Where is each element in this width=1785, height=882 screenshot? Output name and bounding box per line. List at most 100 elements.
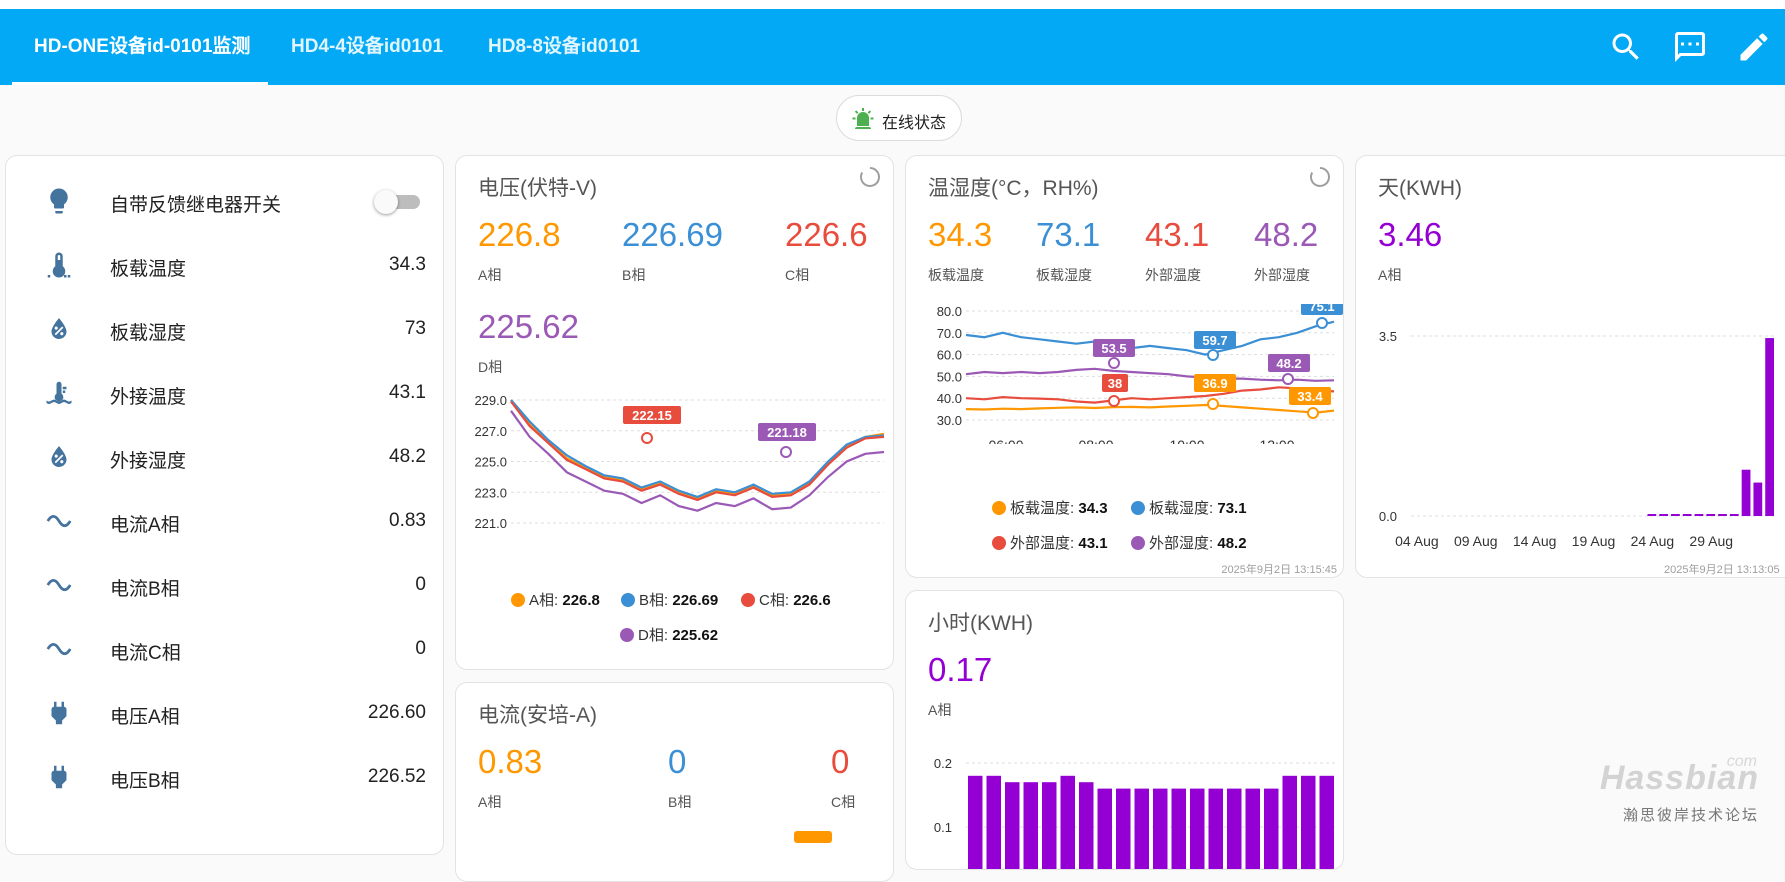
edit-icon[interactable] — [1736, 29, 1772, 65]
entity-row[interactable]: 电流A相0.83 — [6, 489, 444, 553]
hour-bar-chart[interactable]: 0.10.2 — [906, 741, 1344, 870]
entity-row[interactable]: 电流C相0 — [6, 617, 444, 681]
relay-switch-toggle[interactable] — [374, 192, 420, 212]
bar — [1005, 782, 1020, 870]
annotation-label: 48.2 — [1276, 356, 1301, 371]
power-plug-icon — [44, 698, 74, 728]
temp-humidity-line-chart[interactable]: 30.040.050.060.070.080.006:0008:0010:001… — [906, 304, 1344, 444]
temp-humidity-card[interactable]: 温湿度(°C，RH%) 34.3 板载温度 73.1 板载湿度 43.1 外部温… — [905, 155, 1344, 578]
legend-dot — [1131, 536, 1145, 550]
day-bar-chart[interactable]: 0.03.504 Aug09 Aug14 Aug19 Aug24 Aug29 A… — [1356, 306, 1785, 556]
entity-row[interactable]: 板载湿度73 — [6, 297, 444, 361]
entity-row[interactable]: 电流B相0 — [6, 553, 444, 617]
annotation-label: 36.9 — [1202, 376, 1227, 391]
water-percent-icon — [44, 314, 74, 344]
series-line-2 — [511, 400, 884, 497]
bar — [1190, 789, 1205, 870]
x-tick-label: 10:00 — [1169, 437, 1204, 444]
entity-name: 电压A相 — [110, 702, 180, 729]
voltage-line-chart[interactable]: 221.0223.0225.0227.0229.006:0008:0010:00… — [456, 396, 894, 536]
current-card-title: 电流(安培-A) — [478, 699, 597, 729]
x-tick-label: 19 Aug — [1572, 533, 1616, 549]
marker-point — [1317, 318, 1327, 328]
relay-switch-row[interactable]: 自带反馈继电器开关 — [6, 169, 444, 233]
y-tick-label: 30.0 — [937, 413, 962, 428]
voltage-a-label: A相 — [478, 265, 501, 285]
toggle-thumb — [374, 190, 398, 214]
top-strip — [0, 0, 1785, 9]
legend-dot — [992, 536, 1006, 550]
entity-row[interactable]: 外接温度43.1 — [6, 361, 444, 425]
hour-energy-card[interactable]: 小时(KWH) 0.17 A相 0.10.2 — [905, 590, 1344, 870]
day-energy-card[interactable]: 天(KWH) 3.46 A相 0.03.504 Aug09 Aug14 Aug1… — [1355, 155, 1785, 578]
entity-row[interactable]: 电压B相 226.52 — [6, 745, 444, 809]
voltage-b-label: B相 — [622, 265, 645, 285]
legend-value: 48.2 — [1217, 535, 1246, 552]
online-status-label: 在线状态 — [882, 109, 946, 133]
legend-board-temp[interactable]: 板载温度: 34.3 — [992, 497, 1108, 518]
tab-hd8-8[interactable]: HD8-8设备id0101 — [464, 9, 664, 85]
board-humidity-label: 板载湿度 — [1036, 265, 1092, 285]
ext-humidity-value: 48.2 — [1254, 216, 1318, 254]
entity-row[interactable]: 板载温度34.3 — [6, 233, 444, 297]
board-temp-value: 34.3 — [928, 216, 992, 254]
legend-name: A相 — [529, 592, 554, 609]
entity-name: 电流B相 — [110, 574, 180, 601]
alarm-light-icon — [851, 107, 875, 131]
chat-icon[interactable] — [1672, 29, 1708, 65]
legend-ext-temp[interactable]: 外部温度: 43.1 — [992, 532, 1108, 553]
chart-timestamp: 2025年9月2日 13:13:05 — [1664, 561, 1780, 577]
entity-name: 电压B相 — [110, 766, 180, 793]
voltage-card[interactable]: 电压(伏特-V) 226.8 A相 226.69 B相 226.6 C相 225… — [455, 155, 894, 670]
ext-humidity-label: 外部湿度 — [1254, 265, 1310, 285]
bar — [1061, 776, 1076, 870]
entity-name: 电流C相 — [110, 638, 181, 665]
bar — [1753, 483, 1762, 516]
current-b-label: B相 — [668, 792, 691, 812]
bar — [1042, 782, 1057, 870]
bar — [1246, 789, 1261, 870]
entity-name: 板载温度 — [110, 254, 186, 281]
y-tick-label: 3.5 — [1379, 329, 1397, 344]
tab-hd-one[interactable]: HD-ONE设备id-0101监测 — [10, 9, 274, 85]
entity-value: 73 — [405, 318, 426, 340]
legend-voltage-c[interactable]: C相: 226.6 — [741, 589, 831, 610]
y-tick-label: 50.0 — [937, 369, 962, 384]
online-status-chip[interactable]: 在线状态 — [836, 95, 962, 141]
bar — [1153, 789, 1168, 870]
bar — [1209, 789, 1224, 870]
legend-board-humidity[interactable]: 板载湿度: 73.1 — [1131, 497, 1247, 518]
x-tick-label: 24 Aug — [1631, 533, 1675, 549]
annotation-label: 222.15 — [632, 408, 672, 423]
legend-name: 外部温度 — [1010, 535, 1070, 552]
entity-value: 0.83 — [389, 510, 426, 532]
x-tick-label: 29 Aug — [1689, 533, 1733, 549]
chart-annotation-stub — [794, 831, 832, 843]
entity-row[interactable]: 电压A相226.60 — [6, 681, 444, 745]
bar — [1320, 776, 1335, 870]
hour-card-title: 小时(KWH) — [928, 607, 1033, 637]
legend-voltage-d[interactable]: D相: 225.62 — [620, 624, 718, 645]
y-tick-label: 229.0 — [474, 396, 507, 408]
y-tick-label: 60.0 — [937, 348, 962, 363]
current-b-value: 0 — [668, 743, 686, 781]
series-line-3 — [966, 387, 1334, 402]
legend-ext-humidity[interactable]: 外部湿度: 48.2 — [1131, 532, 1247, 553]
entity-value: 226.52 — [368, 766, 426, 788]
legend-name: C相 — [759, 592, 785, 609]
marker-point — [1208, 350, 1218, 360]
tab-hd4-4[interactable]: HD4-4设备id0101 — [267, 9, 467, 85]
legend-voltage-a[interactable]: A相: 226.8 — [511, 589, 600, 610]
entity-row[interactable]: 外接湿度48.2 — [6, 425, 444, 489]
bar — [1718, 514, 1727, 516]
bar — [1264, 789, 1279, 870]
legend-value: 226.69 — [672, 592, 718, 609]
bar — [1283, 776, 1298, 870]
voltage-a-value: 226.8 — [478, 216, 561, 254]
voltage-d-label: D相 — [478, 357, 502, 377]
search-icon[interactable] — [1608, 29, 1644, 65]
legend-value: 225.62 — [672, 627, 718, 644]
entity-value: 43.1 — [389, 382, 426, 404]
current-card[interactable]: 电流(安培-A) 0.83 A相 0 B相 0 C相 — [455, 682, 894, 882]
legend-voltage-b[interactable]: B相: 226.69 — [621, 589, 718, 610]
